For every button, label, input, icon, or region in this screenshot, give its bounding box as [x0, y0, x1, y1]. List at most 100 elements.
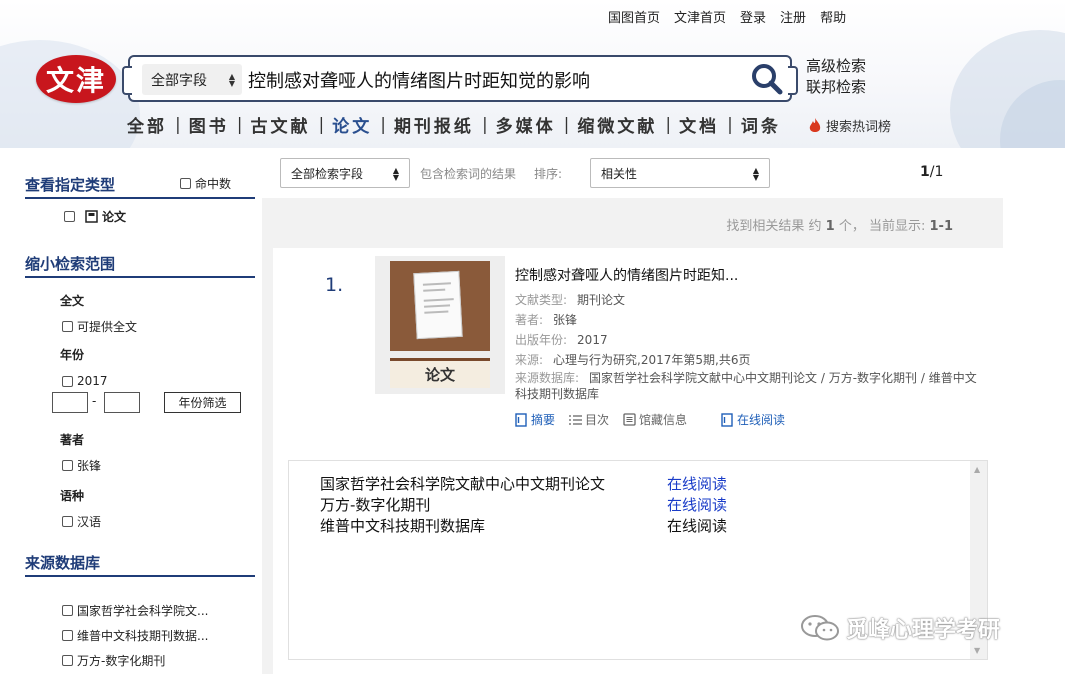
- search-field-select[interactable]: 全部字段 ▲ ▼: [142, 64, 242, 95]
- tab-journals[interactable]: 期刊报纸: [394, 112, 474, 137]
- tab-entries[interactable]: 词条: [741, 112, 781, 137]
- link-register[interactable]: 注册: [780, 7, 806, 26]
- tab-multimedia[interactable]: 多媒体: [496, 112, 556, 137]
- checkbox[interactable]: [62, 630, 73, 641]
- source-filter[interactable]: 国家哲学社会科学院文...: [62, 602, 208, 619]
- document-icon: [85, 210, 98, 223]
- source-item: 万方-数字化期刊: [77, 654, 166, 668]
- year-item: 2017: [77, 374, 108, 388]
- watermark: 觅峰心理学考研: [800, 612, 1000, 644]
- checkbox[interactable]: [62, 321, 73, 332]
- advanced-links: 高级检索 联邦检索: [806, 56, 866, 98]
- link-help[interactable]: 帮助: [820, 7, 846, 26]
- checkbox[interactable]: [62, 516, 73, 527]
- tab-separator: |: [175, 114, 181, 135]
- abstract-button[interactable]: 摘要: [515, 411, 555, 428]
- search-field-filter-value: 全部检索字段: [291, 166, 364, 181]
- year-filter-2017[interactable]: 2017: [62, 374, 108, 388]
- hit-count-toggle[interactable]: 命中数: [180, 175, 231, 192]
- checkbox[interactable]: [62, 460, 73, 471]
- holdings-button[interactable]: 馆藏信息: [623, 411, 687, 428]
- search-input[interactable]: 控制感对聋哑人的情绪图片时距知觉的影响: [248, 67, 590, 93]
- checkbox[interactable]: [180, 178, 191, 189]
- meta-year: 出版年份: 2017: [515, 333, 608, 347]
- year-to-input[interactable]: [104, 392, 140, 413]
- result-actions: 摘要 目次 馆藏信息 在线阅读: [515, 411, 785, 428]
- tab-separator: |: [727, 114, 733, 135]
- fulltext-item: 可提供全文: [77, 320, 138, 334]
- sort-select[interactable]: 相关性 ▲ ▼: [590, 158, 770, 188]
- language-item: 汉语: [77, 515, 102, 529]
- top-links: 国图首页 文津首页 登录 注册 帮助: [608, 7, 846, 26]
- pagination: 1/1: [920, 164, 943, 180]
- hot-search-link[interactable]: 搜索热词榜: [808, 116, 891, 135]
- tab-separator: |: [665, 114, 672, 135]
- result-count-suffix: 个， 当前显示:: [838, 219, 926, 234]
- include-terms-text: 包含检索词的结果: [420, 167, 517, 181]
- tab-papers[interactable]: 论文: [332, 112, 372, 137]
- tab-separator: |: [380, 114, 386, 135]
- tab-books[interactable]: 图书: [189, 112, 229, 137]
- search-box: 全部字段 ▲ ▼ 控制感对聋哑人的情绪图片时距知觉的影响: [122, 55, 798, 102]
- read-online-button[interactable]: 在线阅读: [721, 411, 785, 428]
- year-label: 年份: [60, 348, 85, 362]
- link-nlc-home[interactable]: 国图首页: [608, 7, 660, 26]
- sort-label: 排序:: [534, 167, 563, 181]
- tab-separator: |: [563, 114, 570, 135]
- panel-read-link[interactable]: 在线阅读: [667, 494, 727, 515]
- source-filter[interactable]: 维普中文科技期刊数据...: [62, 627, 208, 644]
- panel-read-link[interactable]: 在线阅读: [667, 473, 727, 494]
- checkbox[interactable]: [62, 375, 73, 387]
- result-cover[interactable]: 论文: [375, 256, 505, 394]
- fulltext-label: 全文: [60, 294, 85, 308]
- meta-source-db: 来源数据库: 国家哲学社会科学院文献中心中文期刊论文 / 万方-数字化期刊 / 维…: [515, 371, 977, 401]
- hot-search-label: 搜索热词榜: [826, 120, 892, 135]
- panel-read-link[interactable]: 在线阅读: [667, 515, 727, 536]
- scroll-down-icon[interactable]: ▼: [974, 646, 980, 655]
- wechat-icon: [801, 615, 839, 641]
- toc-button[interactable]: 目次: [569, 411, 609, 428]
- wenjin-logo[interactable]: 文津: [36, 55, 116, 103]
- search-icon[interactable]: [750, 62, 784, 96]
- result-range: 1-1: [929, 219, 954, 234]
- cover-label: 论文: [390, 358, 490, 388]
- watermark-text: 觅峰心理学考研: [846, 618, 1001, 643]
- result-count-prefix: 找到相关结果 约: [726, 219, 822, 234]
- tab-ancient-docs[interactable]: 古文献: [250, 112, 310, 137]
- result-title[interactable]: 控制感对聋哑人的情绪图片时距知...: [515, 265, 738, 285]
- tab-microfilm[interactable]: 缩微文献: [577, 112, 657, 137]
- type-filter-paper[interactable]: 论文: [64, 208, 126, 225]
- tab-documents[interactable]: 文档: [679, 112, 719, 137]
- type-filter-label: 论文: [102, 210, 127, 224]
- search-field-filter[interactable]: 全部检索字段 ▲ ▼: [280, 158, 410, 188]
- scroll-up-icon[interactable]: ▲: [974, 465, 980, 474]
- category-tabs: 全部 | 图书 | 古文献 | 论文 | 期刊报纸 | 多媒体 | 缩微文献 | 文档 | 词条: [127, 112, 781, 138]
- source-item: 维普中文科技期刊数据...: [77, 629, 209, 643]
- list-icon: [569, 414, 583, 425]
- panel-source: 维普中文科技期刊数据库: [320, 517, 486, 535]
- year-filter-button[interactable]: 年份筛选: [164, 392, 241, 413]
- result-count-value: 1: [825, 219, 835, 234]
- tab-separator: |: [481, 114, 488, 135]
- panel-source: 万方-数字化期刊: [320, 496, 431, 514]
- source-item: 国家哲学社会科学院文...: [77, 604, 209, 618]
- page-current: 1: [920, 164, 930, 180]
- checkbox[interactable]: [62, 605, 73, 616]
- fulltext-filter[interactable]: 可提供全文: [62, 318, 137, 335]
- checkbox[interactable]: [62, 655, 73, 666]
- source-filter[interactable]: 万方-数字化期刊: [62, 652, 165, 669]
- select-arrows-icon: ▲ ▼: [752, 166, 759, 182]
- advanced-search-link[interactable]: 高级检索: [806, 56, 866, 77]
- checkbox[interactable]: [64, 211, 75, 222]
- result-count: 找到相关结果 约 1 个， 当前显示: 1-1: [726, 215, 953, 234]
- author-filter[interactable]: 张锋: [62, 457, 101, 474]
- sort-select-value: 相关性: [601, 166, 638, 181]
- language-filter[interactable]: 汉语: [62, 513, 101, 530]
- link-login[interactable]: 登录: [740, 7, 766, 26]
- narrow-section-title: 缩小检索范围: [25, 253, 255, 278]
- year-from-input[interactable]: [52, 392, 88, 413]
- language-label: 语种: [60, 489, 85, 503]
- federated-search-link[interactable]: 联邦检索: [806, 77, 866, 98]
- link-wenjin-home[interactable]: 文津首页: [674, 7, 726, 26]
- tab-all[interactable]: 全部: [127, 112, 167, 137]
